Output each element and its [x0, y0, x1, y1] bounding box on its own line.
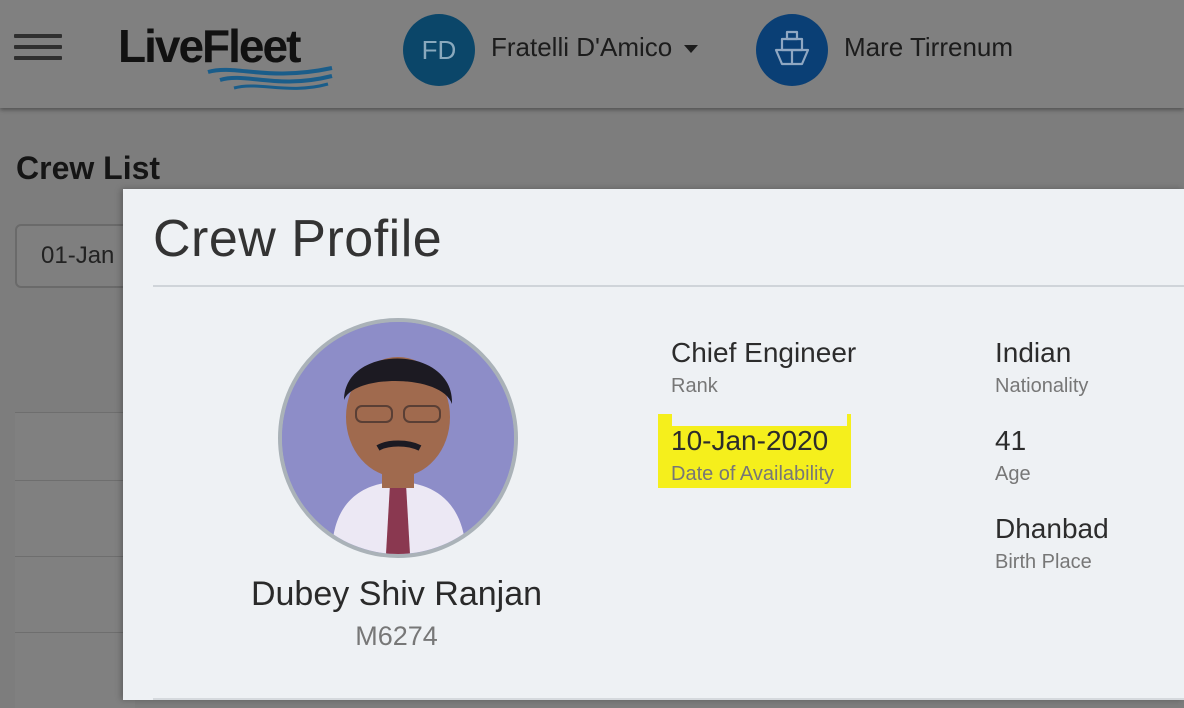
vessel-name[interactable]: Mare Tirrenum [844, 32, 1013, 63]
modal-title: Crew Profile [153, 210, 443, 268]
top-bar: LiveFleet FD Fratelli D'Amico Mare Tirre… [0, 0, 1184, 108]
crew-name: Dubey Shiv Ranjan [250, 575, 543, 613]
table-row[interactable] [15, 412, 135, 488]
vessel-avatar[interactable] [756, 14, 828, 86]
ship-icon [774, 30, 810, 66]
company-name: Fratelli D'Amico [491, 32, 673, 62]
company-initials: FD [421, 34, 457, 65]
divider [153, 285, 1184, 287]
logo-wave-icon [207, 66, 333, 90]
age-label: Age [995, 463, 1031, 485]
age-value: 41 [995, 425, 1027, 456]
availability-label: Date of Availability [671, 463, 835, 485]
birth-place-value: Dhanbad [995, 513, 1109, 544]
availability-value: 10-Jan-2020 [671, 425, 829, 456]
company-avatar[interactable]: FD [403, 14, 475, 86]
crew-profile-modal: Crew Profile Dubey Shiv Ranjan M6274 Chi… [123, 189, 1184, 700]
rank-value: Chief Engineer [671, 337, 857, 368]
table-row[interactable] [15, 632, 135, 708]
chevron-down-icon [684, 44, 699, 53]
nationality-value: Indian [995, 337, 1072, 368]
nationality-label: Nationality [995, 375, 1089, 397]
app-logo[interactable]: LiveFleet [118, 20, 336, 96]
table-row[interactable] [15, 556, 135, 632]
crew-id: M6274 [355, 621, 438, 651]
rank-label: Rank [671, 375, 718, 397]
table-row[interactable] [15, 480, 135, 556]
company-selector[interactable]: Fratelli D'Amico [491, 32, 699, 63]
birth-place-label: Birth Place [995, 551, 1092, 573]
menu-icon[interactable] [14, 34, 62, 62]
crew-photo [278, 318, 518, 558]
page-title: Crew List [16, 150, 161, 186]
